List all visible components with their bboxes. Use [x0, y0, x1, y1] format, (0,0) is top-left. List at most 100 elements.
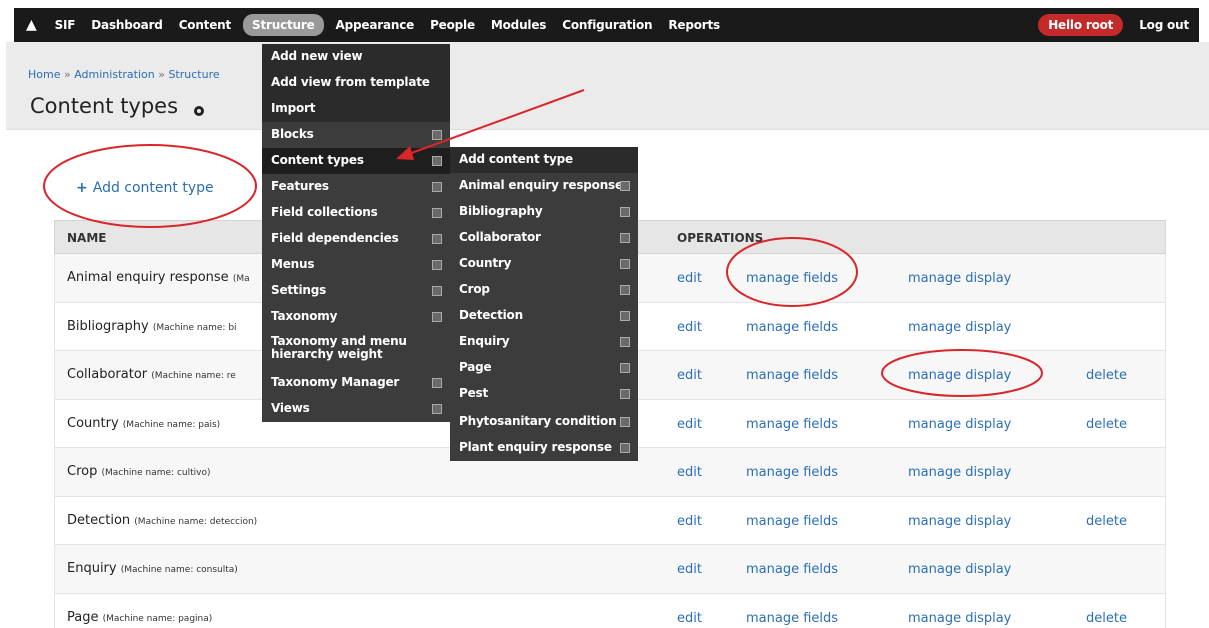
structure-menu-item[interactable]: Taxonomy and menu hierarchy weight [262, 330, 450, 368]
expand-icon [432, 130, 442, 140]
toolbar-sif[interactable]: SIF [47, 14, 84, 36]
menu-item-label: Add new view [271, 49, 363, 63]
content-types-menu-item[interactable]: Plant enquiry response [450, 435, 638, 461]
menu-item-label: Add view from template [271, 75, 430, 89]
structure-menu-item[interactable]: Taxonomy Manager [262, 370, 450, 396]
delete-link[interactable]: delete [1086, 611, 1127, 626]
manage-fields-link[interactable]: manage fields [746, 465, 838, 480]
edit-link[interactable]: edit [677, 368, 702, 383]
toolbar-people[interactable]: People [422, 14, 483, 36]
content-type-label: Detection [67, 512, 131, 528]
expand-icon [620, 207, 630, 217]
structure-menu-item[interactable]: Add new view [262, 44, 450, 70]
structure-menu-item[interactable]: Views [262, 396, 450, 422]
structure-menu-item[interactable]: Add view from template [262, 70, 450, 96]
edit-link[interactable]: edit [677, 465, 702, 480]
edit-link[interactable]: edit [677, 514, 702, 529]
menu-item-label: Add content type [459, 152, 573, 166]
content-type-label: Crop [67, 464, 98, 479]
manage-display-link[interactable]: manage display [908, 417, 1011, 432]
manage-display-link[interactable]: manage display [908, 611, 1011, 626]
edit-link[interactable]: edit [677, 611, 702, 626]
edit-link[interactable]: edit [677, 271, 702, 286]
shortcut-icon[interactable] [194, 106, 204, 116]
expand-icon [620, 417, 630, 427]
menu-item-label: Features [271, 179, 329, 193]
manage-display-link[interactable]: manage display [908, 562, 1011, 577]
manage-fields-link[interactable]: manage fields [746, 271, 838, 286]
toolbar-content[interactable]: Content [171, 14, 239, 36]
content-types-menu-item[interactable]: Collaborator [450, 225, 638, 251]
expand-icon [432, 312, 442, 322]
toolbar-structure[interactable]: Structure [243, 14, 324, 36]
delete-link[interactable]: delete [1086, 514, 1127, 529]
toolbar-configuration[interactable]: Configuration [554, 14, 660, 36]
plus-icon: + [76, 180, 88, 196]
structure-menu-item[interactable]: Menus [262, 252, 450, 278]
menu-item-label: Field collections [271, 205, 378, 219]
content-types-menu-item[interactable]: Crop [450, 277, 638, 303]
machine-name: (Machine name: re [151, 371, 236, 381]
toolbar-dashboard[interactable]: Dashboard [83, 14, 170, 36]
content-type-name: Collaborator (Machine name: re [67, 367, 236, 382]
structure-menu: Add new view Add view from template Import… [262, 44, 450, 422]
user-badge[interactable]: Hello root [1038, 14, 1124, 36]
content-types-menu-item[interactable]: Bibliography [450, 199, 638, 225]
manage-fields-link[interactable]: manage fields [746, 514, 838, 529]
content-types-menu-item[interactable]: Add content type [450, 147, 638, 173]
logout-link[interactable]: Log out [1131, 14, 1199, 36]
structure-menu-item[interactable]: Field collections [262, 200, 450, 226]
menu-item-label: Import [271, 101, 316, 115]
manage-display-link[interactable]: manage display [908, 271, 1011, 286]
toolbar-modules[interactable]: Modules [483, 14, 554, 36]
manage-fields-link[interactable]: manage fields [746, 320, 838, 335]
manage-display-link[interactable]: manage display [908, 465, 1011, 480]
edit-link[interactable]: edit [677, 320, 702, 335]
expand-icon [620, 337, 630, 347]
structure-menu-item[interactable]: Features [262, 174, 450, 200]
home-icon[interactable]: ▲ [14, 14, 47, 36]
delete-link[interactable]: delete [1086, 368, 1127, 383]
expand-icon [620, 311, 630, 321]
toolbar-appearance[interactable]: Appearance [328, 14, 423, 36]
manage-fields-link[interactable]: manage fields [746, 417, 838, 432]
structure-menu-item[interactable]: Blocks [262, 122, 450, 148]
content-type-name: Country (Machine name: pais) [67, 416, 220, 431]
content-types-menu-item[interactable]: Country [450, 251, 638, 277]
content-types-menu-item[interactable]: Phytosanitary condition [450, 409, 638, 435]
edit-link[interactable]: edit [677, 417, 702, 432]
structure-menu-item[interactable]: Field dependencies [262, 226, 450, 252]
manage-fields-link[interactable]: manage fields [746, 368, 838, 383]
page-header: Home » Administration » Structure Conten… [6, 42, 1209, 130]
manage-display-link[interactable]: manage display [908, 368, 1011, 383]
structure-menu-item[interactable]: Content types [262, 148, 450, 174]
breadcrumb-administration[interactable]: Administration [74, 68, 155, 81]
manage-fields-link[interactable]: manage fields [746, 611, 838, 626]
manage-display-link[interactable]: manage display [908, 514, 1011, 529]
content-types-menu-item[interactable]: Page [450, 355, 638, 381]
structure-menu-item[interactable]: Import [262, 96, 450, 122]
toolbar-reports[interactable]: Reports [660, 14, 728, 36]
menu-item-label: Blocks [271, 127, 314, 141]
content-types-menu-item[interactable]: Animal enquiry response [450, 173, 638, 199]
add-content-type-link[interactable]: + Add content type [76, 180, 214, 196]
content-types-menu-item[interactable]: Pest [450, 381, 638, 407]
machine-name: (Machine name: bi [152, 322, 237, 333]
manage-fields-link[interactable]: manage fields [746, 562, 838, 577]
structure-menu-item[interactable]: Settings [262, 278, 450, 304]
content-type-name: Animal enquiry response (Ma [67, 270, 250, 285]
structure-menu-item[interactable]: Taxonomy [262, 304, 450, 330]
breadcrumb-home[interactable]: Home [28, 68, 60, 81]
menu-item-label: Pest [459, 386, 489, 400]
header-name: NAME [67, 231, 107, 245]
edit-link[interactable]: edit [677, 562, 702, 577]
delete-link[interactable]: delete [1086, 417, 1127, 432]
manage-display-link[interactable]: manage display [908, 320, 1011, 335]
content-types-menu-item[interactable]: Enquiry [450, 329, 638, 355]
content-types-menu-item[interactable]: Detection [450, 303, 638, 329]
breadcrumb-structure[interactable]: Structure [168, 68, 219, 81]
table-row: Detection (Machine name: deteccion) edit m… [54, 496, 1166, 545]
table-row: Page (Machine name: pagina) edit manage fi… [54, 593, 1166, 628]
expand-icon [432, 182, 442, 192]
content-types-submenu: Add content type Animal enquiry response B… [450, 147, 638, 461]
